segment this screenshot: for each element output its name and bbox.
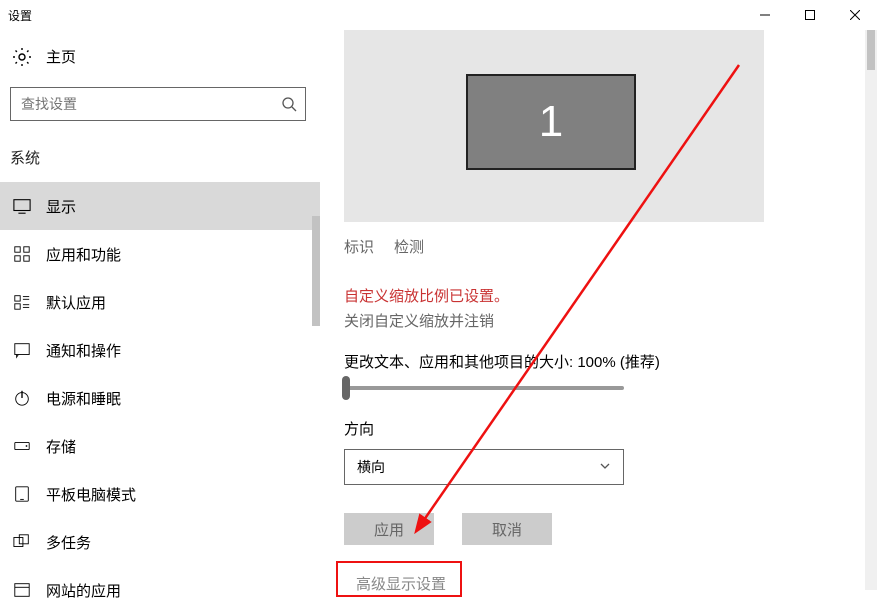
main-panel: 1 标识 检测 自定义缩放比例已设置。 关闭自定义缩放并注销 更改文本、应用和其… xyxy=(320,30,877,610)
web-apps-icon xyxy=(12,580,32,600)
nav-item-tablet-mode[interactable]: 平板电脑模式 xyxy=(0,470,320,518)
nav-label: 存储 xyxy=(46,436,76,457)
nav-label: 平板电脑模式 xyxy=(46,484,136,505)
minimize-icon xyxy=(760,10,770,20)
search-icon[interactable] xyxy=(279,94,299,114)
nav-label: 通知和操作 xyxy=(46,340,121,361)
home-nav[interactable]: 主页 xyxy=(0,34,320,79)
orientation-value: 横向 xyxy=(357,457,385,477)
storage-icon xyxy=(12,436,32,456)
minimize-button[interactable] xyxy=(742,0,787,30)
nav-label: 网站的应用 xyxy=(46,580,121,601)
nav-item-multitask[interactable]: 多任务 xyxy=(0,518,320,566)
nav-label: 电源和睡眠 xyxy=(46,388,121,409)
search-input[interactable] xyxy=(21,96,269,112)
nav-item-display[interactable]: 显示 xyxy=(0,182,320,230)
window-scrollbar-thumb[interactable] xyxy=(867,30,875,70)
monitor-number: 1 xyxy=(539,97,563,147)
multitask-icon xyxy=(12,532,32,552)
orientation-label: 方向 xyxy=(344,390,853,439)
close-button[interactable] xyxy=(832,0,877,30)
gear-icon xyxy=(12,47,32,67)
apply-button[interactable]: 应用 xyxy=(344,513,434,545)
nav-label: 应用和功能 xyxy=(46,244,121,265)
window-controls xyxy=(742,0,877,30)
window-scrollbar-track[interactable] xyxy=(865,30,877,590)
maximize-button[interactable] xyxy=(787,0,832,30)
notification-icon xyxy=(12,340,32,360)
identify-link[interactable]: 标识 xyxy=(344,236,374,257)
nav-item-power-sleep[interactable]: 电源和睡眠 xyxy=(0,374,320,422)
default-apps-icon xyxy=(12,292,32,312)
nav-label: 多任务 xyxy=(46,532,91,553)
cancel-button[interactable]: 取消 xyxy=(462,513,552,545)
advanced-display-link[interactable]: 高级显示设置 xyxy=(344,565,458,602)
orientation-select[interactable]: 横向 xyxy=(344,449,624,485)
maximize-icon xyxy=(805,10,815,20)
monitor-thumbnail[interactable]: 1 xyxy=(466,74,636,170)
close-icon xyxy=(850,10,860,20)
chevron-down-icon xyxy=(599,459,611,475)
scale-label: 更改文本、应用和其他项目的大小: 100% (推荐) xyxy=(344,331,853,372)
nav-item-apps-features[interactable]: 应用和功能 xyxy=(0,230,320,278)
sidebar: 主页 系统 显示 应用和功能 默认应用 xyxy=(0,30,320,610)
nav-item-storage[interactable]: 存储 xyxy=(0,422,320,470)
monitor-icon xyxy=(12,196,32,216)
apps-icon xyxy=(12,244,32,264)
close-scale-link[interactable]: 关闭自定义缩放并注销 xyxy=(344,306,853,331)
title-bar: 设置 xyxy=(0,0,877,30)
sidebar-scrollbar[interactable] xyxy=(312,216,320,326)
home-label: 主页 xyxy=(46,46,76,67)
slider-thumb[interactable] xyxy=(342,376,350,400)
monitor-preview: 1 xyxy=(344,30,764,222)
nav-list: 显示 应用和功能 默认应用 通知和操作 电源和睡眠 存储 xyxy=(0,182,320,614)
nav-label: 显示 xyxy=(46,196,76,217)
power-icon xyxy=(12,388,32,408)
nav-label: 默认应用 xyxy=(46,292,106,313)
search-input-container[interactable] xyxy=(10,87,306,121)
custom-scale-warning: 自定义缩放比例已设置。 xyxy=(344,263,853,306)
category-heading: 系统 xyxy=(0,129,320,182)
detect-link[interactable]: 检测 xyxy=(394,236,424,257)
nav-item-default-apps[interactable]: 默认应用 xyxy=(0,278,320,326)
scale-slider[interactable] xyxy=(344,386,624,390)
nav-item-web-apps[interactable]: 网站的应用 xyxy=(0,566,320,614)
nav-item-notifications[interactable]: 通知和操作 xyxy=(0,326,320,374)
window-title: 设置 xyxy=(8,7,32,24)
tablet-icon xyxy=(12,484,32,504)
